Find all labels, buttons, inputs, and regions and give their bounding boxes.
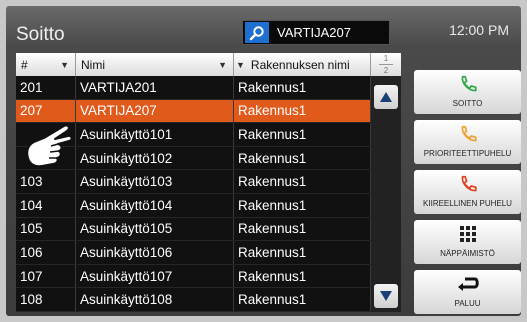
triangle-up-icon xyxy=(380,92,392,102)
search-icon[interactable] xyxy=(245,22,269,43)
row-number: 106 xyxy=(16,241,76,264)
column-header-label: Nimi xyxy=(81,57,105,72)
priority-phone-icon xyxy=(414,124,521,146)
column-header-name[interactable]: Nimi ▼ xyxy=(76,53,234,76)
row-building: Rakennus1 xyxy=(234,217,371,241)
return-icon xyxy=(414,274,521,294)
row-number: 105 xyxy=(16,217,76,241)
row-building: Rakennus1 xyxy=(234,170,371,193)
table-row[interactable]: 107 Asuinkäyttö107 Rakennus1 xyxy=(16,264,371,289)
row-building: Rakennus1 xyxy=(234,76,371,99)
row-name: Asuinkäyttö104 xyxy=(76,193,234,217)
row-name: VARTIJA201 xyxy=(76,76,234,99)
row-name: VARTIJA207 xyxy=(76,99,234,123)
page-current: 1 xyxy=(383,54,389,63)
clock: 12:00 PM xyxy=(449,22,509,38)
row-building: Rakennus1 xyxy=(234,123,371,146)
page-indicator: 1 2 xyxy=(371,53,401,76)
row-name: Asuinkäyttö106 xyxy=(76,241,234,264)
urgent-call-label: KIIREELLINEN PUHELU xyxy=(423,199,512,208)
scrollbar: 1 2 xyxy=(371,53,401,312)
table-row[interactable]: 106 Asuinkäyttö106 Rakennus1 xyxy=(16,241,371,265)
search-box[interactable]: VARTIJA207 xyxy=(242,20,390,45)
sort-arrow-icon: ▼ xyxy=(218,59,227,70)
row-building: Rakennus1 xyxy=(234,241,371,264)
scroll-up-button[interactable] xyxy=(374,85,398,109)
row-name: Asuinkäyttö107 xyxy=(76,264,234,288)
table-row[interactable]: 105 Asuinkäyttö105 Rakennus1 xyxy=(16,217,371,242)
row-name: Asuinkäyttö102 xyxy=(76,146,234,170)
column-header-label: # xyxy=(21,57,28,72)
row-building: Rakennus1 xyxy=(234,264,371,288)
triangle-down-icon xyxy=(380,291,392,301)
row-building: Rakennus1 xyxy=(234,288,371,311)
action-panel: SOITTO PRIORITEETTIPUHELU KIIREELLINEN P… xyxy=(414,70,521,316)
pointing-hand-icon xyxy=(26,124,73,168)
call-button-label: SOITTO xyxy=(452,99,483,108)
table-row[interactable]: 108 Asuinkäyttö108 Rakennus1 xyxy=(16,288,371,312)
priority-call-label: PRIORITEETTIPUHELU xyxy=(423,149,512,158)
call-button[interactable]: SOITTO xyxy=(414,70,521,114)
column-header-label: Rakennuksen nimi xyxy=(250,57,350,72)
page-total: 2 xyxy=(383,66,389,75)
urgent-phone-icon xyxy=(414,174,521,196)
row-name: Asuinkäyttö103 xyxy=(76,170,234,193)
table-row[interactable]: 104 Asuinkäyttö104 Rakennus1 xyxy=(16,193,371,218)
table-header: # ▼ Nimi ▼ ▼ Rakennuksen nimi xyxy=(16,53,371,76)
keypad-label: NÄPPÄIMISTÖ xyxy=(440,249,495,258)
return-label: PALUU xyxy=(454,299,481,308)
call-screen: Soitto 12:00 PM VARTIJA207 # ▼ Nimi ▼ ▼ … xyxy=(6,6,521,316)
sort-arrow-icon: ▼ xyxy=(60,59,69,70)
row-number: 107 xyxy=(16,264,76,288)
table-row[interactable]: 201 VARTIJA201 Rakennus1 xyxy=(16,76,371,100)
scroll-down-button[interactable] xyxy=(374,284,398,308)
row-name: Asuinkäyttö108 xyxy=(76,288,234,311)
row-name: Asuinkäyttö105 xyxy=(76,217,234,241)
row-building: Rakennus1 xyxy=(234,193,371,217)
search-value: VARTIJA207 xyxy=(277,25,351,40)
row-building: Rakennus1 xyxy=(234,146,371,170)
page-title: Soitto xyxy=(16,24,65,45)
column-header-building[interactable]: ▼ Rakennuksen nimi xyxy=(234,53,371,76)
keypad-icon xyxy=(414,224,521,244)
contact-table: # ▼ Nimi ▼ ▼ Rakennuksen nimi 201 VARTIJ… xyxy=(16,53,371,312)
row-name: Asuinkäyttö101 xyxy=(76,123,234,146)
urgent-call-button[interactable]: KIIREELLINEN PUHELU xyxy=(414,170,521,214)
row-building: Rakennus1 xyxy=(234,99,371,123)
priority-call-button[interactable]: PRIORITEETTIPUHELU xyxy=(414,120,521,164)
phone-icon xyxy=(414,74,521,96)
keypad-button[interactable]: NÄPPÄIMISTÖ xyxy=(414,220,521,264)
return-button[interactable]: PALUU xyxy=(414,270,521,314)
sort-arrow-icon: ▼ xyxy=(236,59,245,70)
row-number: 108 xyxy=(16,288,76,311)
row-number: 201 xyxy=(16,76,76,99)
column-header-number[interactable]: # ▼ xyxy=(16,53,76,76)
row-number: 104 xyxy=(16,193,76,217)
